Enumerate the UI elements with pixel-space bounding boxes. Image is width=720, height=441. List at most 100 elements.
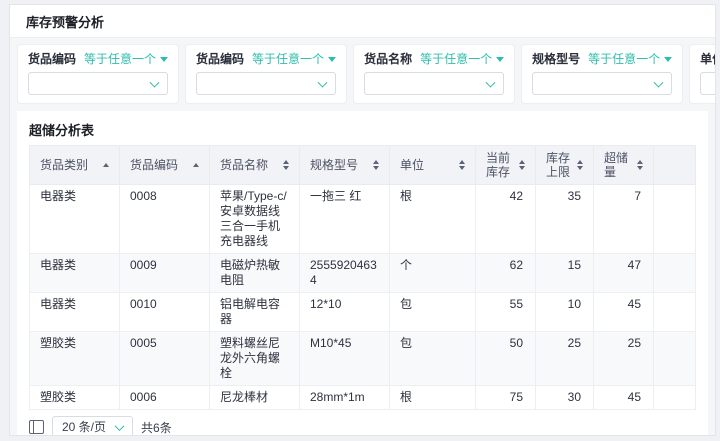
overstock-table-title: 超储分析表 bbox=[29, 117, 696, 145]
filter-value-select[interactable] bbox=[196, 72, 336, 95]
table-cell: 15 bbox=[536, 254, 594, 293]
page-size-value: 20 条/页 bbox=[62, 420, 106, 434]
table-cell: 电磁炉热敏电阻 bbox=[210, 254, 300, 293]
column-header-content: 规格型号 bbox=[310, 158, 379, 172]
triangle-up-icon bbox=[637, 160, 643, 164]
filter-operator-dropdown[interactable]: 等于任意一个 bbox=[588, 52, 672, 66]
chevron-down-icon bbox=[115, 421, 125, 431]
column-header-label: 超储量 bbox=[604, 151, 633, 179]
filter-field-label: 规格型号 bbox=[532, 52, 580, 66]
main-card: 库存预警分析 货品编码等于任意一个货品编码等于任意一个货品名称等于任意一个规格型… bbox=[9, 4, 716, 436]
column-header-content: 货品编码 bbox=[130, 158, 199, 172]
sort-both-icon bbox=[283, 160, 289, 170]
caret-down-icon bbox=[664, 57, 672, 62]
filter-operator-dropdown[interactable]: 等于任意一个 bbox=[420, 52, 504, 66]
column-header-label: 单位 bbox=[400, 158, 424, 172]
sort-both-icon bbox=[459, 160, 465, 170]
triangle-down-icon bbox=[637, 166, 643, 170]
column-header[interactable]: 库存上限 bbox=[536, 146, 594, 185]
table-cell: 45 bbox=[594, 293, 654, 332]
filter-value-select[interactable] bbox=[700, 72, 715, 95]
caret-down-icon bbox=[160, 57, 168, 62]
filter-card-2: 货品名称等于任意一个 bbox=[353, 44, 515, 104]
table-cell: 尼龙棒材 bbox=[210, 386, 300, 410]
table-cell: 塑料螺丝尼龙外六角螺栓 bbox=[210, 332, 300, 386]
filter-field-label: 单位 bbox=[700, 52, 715, 66]
column-header-label: 货品类别 bbox=[40, 158, 88, 172]
triangle-down-icon bbox=[577, 166, 583, 170]
table-cell: 50 bbox=[476, 332, 536, 386]
table-row: 电器类0009电磁炉热敏电阻25559204634个621547 bbox=[30, 254, 696, 293]
page-layout-icon[interactable] bbox=[29, 420, 44, 434]
filter-label-row: 货品编码等于任意一个 bbox=[28, 52, 168, 66]
column-header[interactable]: 货品名称 bbox=[210, 146, 300, 185]
triangle-up-icon bbox=[459, 160, 465, 164]
table-cell: 75 bbox=[476, 386, 536, 410]
column-header[interactable]: 规格型号 bbox=[300, 146, 390, 185]
triangle-up-icon bbox=[103, 163, 109, 167]
table-cell: 42 bbox=[476, 185, 536, 254]
table-cell: 12*10 bbox=[300, 293, 390, 332]
page-size-select[interactable]: 20 条/页 bbox=[52, 416, 133, 435]
table-cell: 电器类 bbox=[30, 293, 120, 332]
caret-down-icon bbox=[328, 57, 336, 62]
page-title: 库存预警分析 bbox=[10, 5, 715, 38]
table-cell: 0008 bbox=[120, 185, 210, 254]
table-cell bbox=[654, 386, 696, 410]
table-cell: 47 bbox=[594, 254, 654, 293]
filter-operator-label: 等于任意一个 bbox=[588, 52, 660, 66]
column-header-content: 超储量 bbox=[604, 151, 643, 179]
filter-value-select[interactable] bbox=[28, 72, 168, 95]
triangle-down-icon bbox=[373, 166, 379, 170]
triangle-down-icon bbox=[459, 166, 465, 170]
column-header-label: 货品名称 bbox=[220, 158, 268, 172]
page-layout-icon-inner bbox=[30, 421, 34, 433]
table-row: 电器类0010铝电解电容器12*10包551045 bbox=[30, 293, 696, 332]
column-header-content: 货品名称 bbox=[220, 158, 289, 172]
table-row: 塑胶类0005塑料螺丝尼龙外六角螺栓M10*45包502525 bbox=[30, 332, 696, 386]
filter-bar: 货品编码等于任意一个货品编码等于任意一个货品名称等于任意一个规格型号等于任意一个… bbox=[17, 44, 708, 104]
table-cell: 25 bbox=[536, 332, 594, 386]
filter-operator-dropdown[interactable]: 等于任意一个 bbox=[252, 52, 336, 66]
filter-label-row: 货品名称等于任意一个 bbox=[364, 52, 504, 66]
filter-operator-dropdown[interactable]: 等于任意一个 bbox=[84, 52, 168, 66]
column-header-label: 当前库存 bbox=[486, 151, 515, 179]
triangle-up-icon bbox=[577, 160, 583, 164]
table-cell: 25 bbox=[594, 332, 654, 386]
filter-card-0: 货品编码等于任意一个 bbox=[17, 44, 179, 104]
chevron-down-icon bbox=[654, 77, 664, 87]
column-header-label: 库存上限 bbox=[546, 151, 573, 179]
table-cell: 35 bbox=[536, 185, 594, 254]
table-row: 电器类0008苹果/Type-c/安卓数据线三合一手机充电器线一拖三 红根423… bbox=[30, 185, 696, 254]
table-cell: 10 bbox=[536, 293, 594, 332]
table-cell: 包 bbox=[390, 293, 476, 332]
filter-field-label: 货品编码 bbox=[196, 52, 244, 66]
column-header-label: 货品编码 bbox=[130, 158, 178, 172]
table-cell: 一拖三 红 bbox=[300, 185, 390, 254]
table-cell: 电器类 bbox=[30, 254, 120, 293]
table-cell: 电器类 bbox=[30, 185, 120, 254]
pagination-bar: 20 条/页 共6条 bbox=[29, 416, 696, 435]
table-cell bbox=[654, 185, 696, 254]
filter-label-row: 货品编码等于任意一个 bbox=[196, 52, 336, 66]
filter-field-label: 货品编码 bbox=[28, 52, 76, 66]
table-cell: 塑胶类 bbox=[30, 332, 120, 386]
column-header-content: 单位 bbox=[400, 158, 465, 172]
filter-operator-label: 等于任意一个 bbox=[84, 52, 156, 66]
column-header[interactable]: 货品编码 bbox=[120, 146, 210, 185]
total-count-label: 共6条 bbox=[141, 419, 172, 436]
table-cell: M10*45 bbox=[300, 332, 390, 386]
table-header-row: 货品类别 货品编码 货品名称 规格型号 单位 当前库存 库存上限 超储量 bbox=[30, 146, 696, 185]
filter-label-row: 规格型号等于任意一个 bbox=[532, 52, 672, 66]
column-header[interactable]: 单位 bbox=[390, 146, 476, 185]
sort-both-icon bbox=[519, 160, 525, 170]
overstock-panel: 超储分析表 货品类别 货品编码 货品名称 规格型号 单位 当前库存 库存上限 超储量电器类00… bbox=[17, 111, 708, 435]
caret-down-icon bbox=[496, 57, 504, 62]
column-header[interactable]: 货品类别 bbox=[30, 146, 120, 185]
sort-both-icon bbox=[637, 160, 643, 170]
filter-value-select[interactable] bbox=[532, 72, 672, 95]
filter-value-select[interactable] bbox=[364, 72, 504, 95]
column-header[interactable]: 超储量 bbox=[594, 146, 654, 185]
overstock-table: 货品类别 货品编码 货品名称 规格型号 单位 当前库存 库存上限 超储量电器类0008苹果/T… bbox=[29, 145, 696, 410]
column-header[interactable]: 当前库存 bbox=[476, 146, 536, 185]
